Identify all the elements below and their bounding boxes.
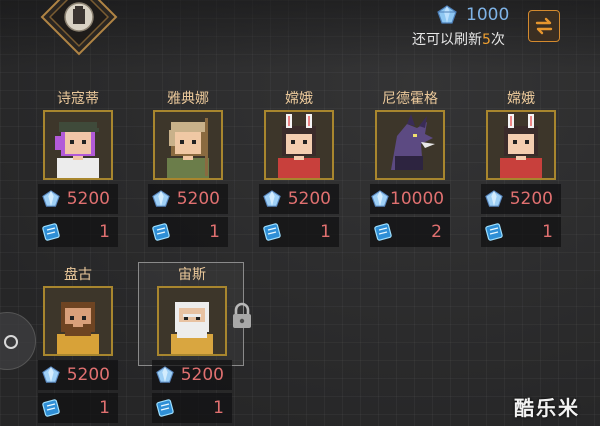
gem-cost-row: 5200 (38, 184, 118, 214)
character-portrait[interactable] (43, 286, 113, 356)
gem-cost: 5200 (66, 365, 110, 385)
character-name: 嫦娥 (285, 91, 313, 107)
refresh-prefix: 还可以刷新 (412, 32, 482, 48)
character-name: 盘古 (64, 267, 92, 283)
refresh-arrows-icon (535, 17, 553, 35)
character-portrait[interactable] (43, 110, 113, 180)
gem-cost: 5200 (287, 189, 331, 209)
currency-display: 1000 (436, 5, 509, 25)
diamond-gem-icon (38, 190, 64, 208)
scroll-cost: 1 (213, 398, 224, 418)
scroll-ticket-icon (370, 222, 396, 242)
character-name: 尼德霍格 (382, 91, 438, 107)
diamond-gem-icon (152, 366, 178, 384)
scroll-cost: 1 (542, 222, 553, 242)
scroll-cost-row: 1 (259, 217, 339, 247)
gem-cost: 5200 (180, 365, 224, 385)
scroll-ticket-icon (259, 222, 285, 242)
side-menu-button[interactable] (0, 312, 36, 370)
gem-cost-row: 10000 (370, 184, 450, 214)
scroll-cost-row: 1 (38, 217, 118, 247)
shop-emblem-icon (40, 0, 118, 56)
scroll-cost: 1 (99, 398, 110, 418)
refresh-remaining-text: 还可以刷新5次 (412, 29, 505, 49)
character-portrait[interactable] (157, 286, 227, 356)
character-name: 宙斯 (178, 267, 206, 283)
watermark: 酷乐米 (514, 396, 580, 420)
character-name: 嫦娥 (507, 91, 535, 107)
gem-cost: 5200 (176, 189, 220, 209)
gem-cost: 10000 (390, 189, 445, 209)
currency-amount: 1000 (466, 5, 510, 25)
gem-cost-row: 5200 (481, 184, 561, 214)
scroll-cost: 1 (320, 222, 331, 242)
diamond-gem-icon (481, 190, 507, 208)
scroll-cost-row: 1 (38, 393, 118, 423)
scroll-cost: 1 (209, 222, 220, 242)
scroll-cost: 2 (431, 222, 442, 242)
character-name: 诗寇蒂 (57, 91, 99, 107)
refresh-button[interactable] (528, 10, 560, 42)
diamond-gem-icon (437, 5, 457, 24)
scroll-cost: 1 (99, 222, 110, 242)
diamond-gem-icon (38, 366, 64, 384)
scroll-cost-row: 1 (481, 217, 561, 247)
gem-cost-row: 5200 (38, 360, 118, 390)
scroll-ticket-icon (148, 222, 174, 242)
scroll-cost-row: 1 (148, 217, 228, 247)
scroll-cost-row: 1 (152, 393, 232, 423)
gem-cost-row: 5200 (152, 360, 232, 390)
refresh-suffix: 次 (490, 32, 505, 48)
character-portrait[interactable] (153, 110, 223, 180)
character-portrait[interactable] (264, 110, 334, 180)
refresh-count: 5 (482, 32, 491, 48)
diamond-gem-icon (148, 190, 174, 208)
lock-icon[interactable] (230, 302, 254, 334)
scroll-ticket-icon (38, 222, 64, 242)
character-portrait[interactable] (486, 110, 556, 180)
scroll-ticket-icon (481, 222, 507, 242)
scroll-cost-row: 2 (370, 217, 450, 247)
gem-cost-row: 5200 (259, 184, 339, 214)
scroll-ticket-icon (38, 398, 64, 418)
diamond-gem-icon (370, 190, 390, 208)
scroll-ticket-icon (152, 398, 178, 418)
character-name: 雅典娜 (167, 91, 209, 107)
diamond-gem-icon (259, 190, 285, 208)
gem-cost: 5200 (509, 189, 553, 209)
gem-cost-row: 5200 (148, 184, 228, 214)
character-portrait[interactable] (375, 110, 445, 180)
gem-cost: 5200 (66, 189, 110, 209)
